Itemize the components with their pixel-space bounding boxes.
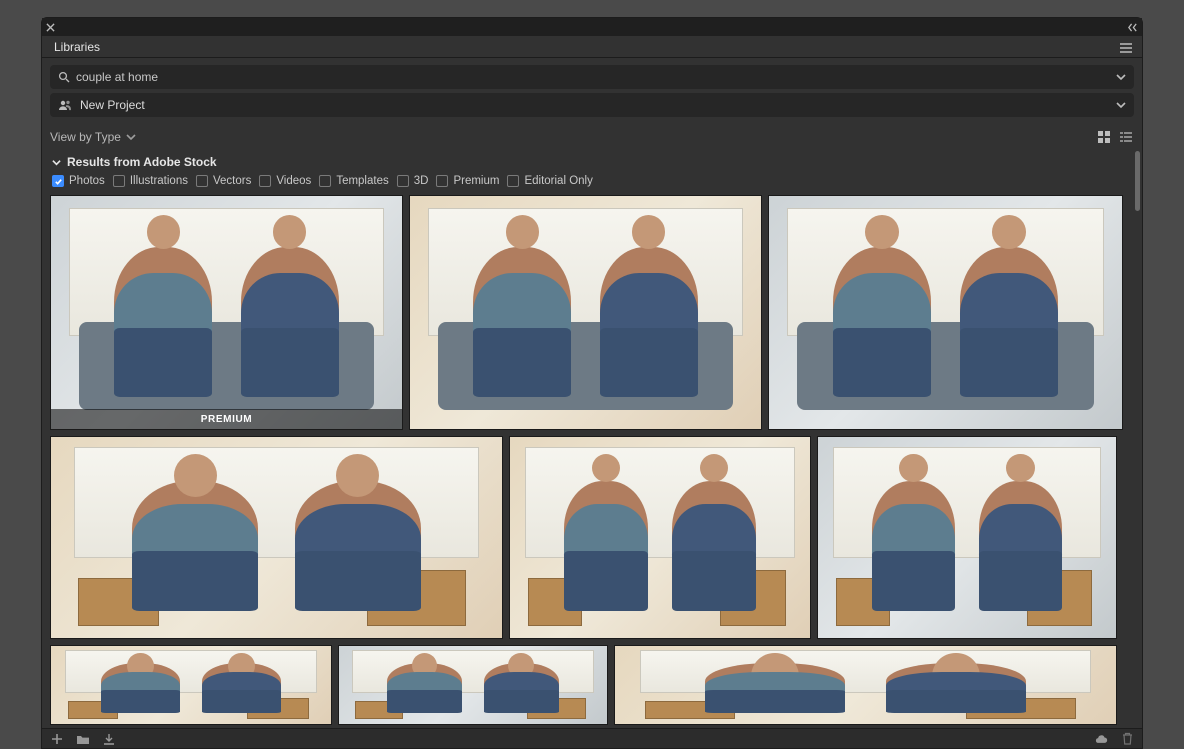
panel-flyout-menu-button[interactable] <box>1119 43 1136 57</box>
scroll-track[interactable] <box>1132 151 1140 728</box>
stock-thumbnail[interactable] <box>409 195 762 430</box>
view-row: View by Type <box>42 123 1142 151</box>
search-row <box>42 58 1142 93</box>
libraries-sync-download-button[interactable] <box>102 732 116 746</box>
grid-view-button[interactable] <box>1096 129 1112 145</box>
filter-label: Templates <box>336 175 388 187</box>
checkbox-icon <box>52 175 64 187</box>
checkbox-icon <box>507 175 519 187</box>
stock-thumbnail[interactable] <box>614 645 1117 725</box>
checkbox-icon <box>196 175 208 187</box>
cloud-status-icon[interactable] <box>1094 732 1108 746</box>
delete-button[interactable] <box>1120 732 1134 746</box>
results-row: PREMIUM <box>50 195 1134 430</box>
thumbnail-scene <box>51 196 402 429</box>
thumbnail-scene <box>410 196 761 429</box>
checkbox-icon <box>436 175 448 187</box>
add-content-button[interactable] <box>50 732 64 746</box>
filter-label: Editorial Only <box>524 175 592 187</box>
library-row: New Project <box>42 93 1142 123</box>
filter-label: Illustrations <box>130 175 188 187</box>
disclosure-triangle-icon <box>52 158 61 167</box>
stock-thumbnail[interactable] <box>768 195 1123 430</box>
stock-thumbnail[interactable] <box>50 436 503 639</box>
filter-editorial-only[interactable]: Editorial Only <box>507 175 592 187</box>
panel-titlebar <box>42 18 1142 36</box>
filter-label: Vectors <box>213 175 251 187</box>
filter-illustrations[interactable]: Illustrations <box>113 175 188 187</box>
checkbox-icon <box>397 175 409 187</box>
stock-thumbnail[interactable] <box>338 645 608 725</box>
tab-libraries-label: Libraries <box>54 40 100 54</box>
search-box[interactable] <box>50 65 1134 89</box>
thumbnail-scene <box>769 196 1122 429</box>
collapse-panel-button[interactable] <box>1127 22 1138 33</box>
library-selector[interactable]: New Project <box>50 93 1134 117</box>
folder-button[interactable] <box>76 732 90 746</box>
thumbnail-scene <box>51 646 331 724</box>
checkbox-icon <box>259 175 271 187</box>
search-icon <box>58 71 70 83</box>
filter-label: 3D <box>414 175 429 187</box>
thumbnail-scene <box>51 437 502 638</box>
results-grid: PREMIUM <box>42 195 1142 725</box>
view-layout-switcher <box>1096 129 1134 145</box>
stock-thumbnail[interactable] <box>50 645 332 725</box>
search-input[interactable] <box>76 70 1116 84</box>
chevron-down-icon <box>126 132 136 142</box>
filter-3d[interactable]: 3D <box>397 175 429 187</box>
results-section-title: Results from Adobe Stock <box>67 155 217 169</box>
filter-label: Videos <box>276 175 311 187</box>
people-icon <box>58 99 72 111</box>
filter-templates[interactable]: Templates <box>319 175 388 187</box>
list-view-button[interactable] <box>1118 129 1134 145</box>
filter-premium[interactable]: Premium <box>436 175 499 187</box>
filter-label: Premium <box>453 175 499 187</box>
library-chevron-icon[interactable] <box>1116 100 1126 110</box>
checkbox-icon <box>113 175 125 187</box>
stock-thumbnail[interactable] <box>817 436 1117 639</box>
library-name: New Project <box>80 98 1116 112</box>
results-area: Results from Adobe Stock Photos Illustrat… <box>42 151 1142 728</box>
search-scope-chevron-icon[interactable] <box>1116 72 1126 82</box>
scroll-thumb[interactable] <box>1135 151 1140 211</box>
thumbnail-scene <box>615 646 1116 724</box>
panel-footer <box>42 728 1142 748</box>
thumbnail-scene <box>818 437 1116 638</box>
results-row <box>50 436 1134 639</box>
thumbnail-scene <box>510 437 810 638</box>
filter-videos[interactable]: Videos <box>259 175 311 187</box>
checkbox-icon <box>319 175 331 187</box>
filter-photos[interactable]: Photos <box>52 175 105 187</box>
view-mode-dropdown[interactable]: View by Type <box>50 130 136 144</box>
view-mode-label: View by Type <box>50 130 121 144</box>
results-row <box>50 645 1134 725</box>
tab-libraries[interactable]: Libraries <box>42 36 112 57</box>
filter-label: Photos <box>69 175 105 187</box>
results-filters: Photos Illustrations Vectors Videos Template… <box>42 171 1142 195</box>
results-section-header[interactable]: Results from Adobe Stock <box>42 151 1142 171</box>
close-panel-button[interactable] <box>46 23 55 32</box>
panel-tabbar: Libraries <box>42 36 1142 58</box>
stock-thumbnail[interactable]: PREMIUM <box>50 195 403 430</box>
libraries-panel: Libraries New Project <box>41 17 1143 749</box>
thumbnail-scene <box>339 646 607 724</box>
stock-thumbnail[interactable] <box>509 436 811 639</box>
premium-badge: PREMIUM <box>51 409 402 429</box>
filter-vectors[interactable]: Vectors <box>196 175 251 187</box>
